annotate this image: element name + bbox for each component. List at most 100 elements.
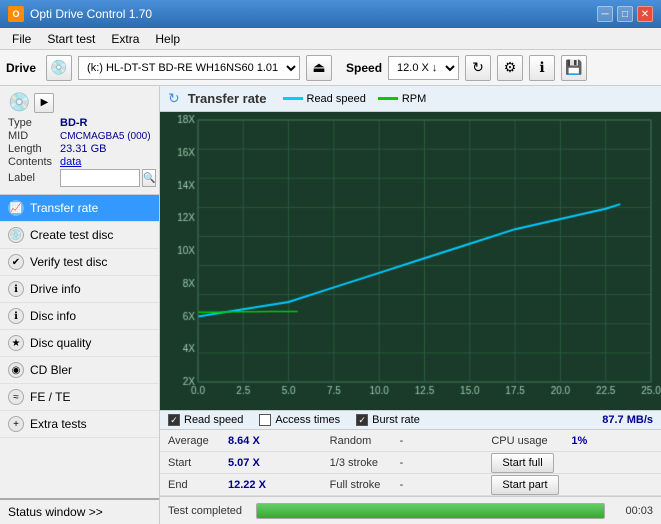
full-stroke-value: - (400, 479, 430, 491)
legend-read-speed-color (283, 97, 303, 100)
menu-start-test[interactable]: Start test (39, 30, 103, 48)
stat-start: Start 5.07 X (168, 457, 330, 469)
mid-value: CMCMAGBA5 (000) (60, 131, 151, 142)
stat-average: Average 8.64 X (168, 435, 330, 447)
stat-random: Random - (330, 435, 492, 447)
nav-disc-info-label: Disc info (30, 309, 76, 323)
create-test-disc-icon: 💿 (8, 227, 24, 243)
random-value: - (400, 435, 430, 447)
legend-read-speed-label: Read speed (307, 93, 366, 105)
stat-end: End 12.22 X (168, 479, 330, 491)
toolbar: Drive 💿 (k:) HL-DT-ST BD-RE WH16NS60 1.0… (0, 50, 661, 86)
progress-bar-container (256, 503, 605, 519)
speed-label: Speed (346, 61, 382, 75)
disc-quality-icon: ★ (8, 335, 24, 351)
content-panel: ↻ Transfer rate Read speed RPM ✓ Read sp (160, 86, 661, 524)
progress-time: 00:03 (613, 505, 653, 517)
burst-rate-value: 87.7 MB/s (602, 414, 653, 426)
burst-rate-checkbox-label: Burst rate (372, 414, 420, 426)
refresh-button[interactable]: ↻ (465, 55, 491, 81)
end-label: End (168, 479, 228, 491)
nav-cd-bler-label: CD Bler (30, 363, 72, 377)
legend-rpm: RPM (378, 93, 426, 105)
nav-create-test-disc[interactable]: 💿 Create test disc (0, 222, 159, 249)
fe-te-icon: ≈ (8, 389, 24, 405)
chart-legend: Read speed RPM (283, 93, 427, 105)
disc-info-icon: ℹ (8, 308, 24, 324)
status-window-button[interactable]: Status window >> (0, 498, 159, 524)
minimize-button[interactable]: ─ (597, 6, 613, 22)
menu-extra[interactable]: Extra (103, 30, 147, 48)
stat-start-part: Start part (491, 475, 653, 495)
nav-extra-tests[interactable]: + Extra tests (0, 411, 159, 438)
extra-tests-icon: + (8, 416, 24, 432)
info-button[interactable]: ℹ (529, 55, 555, 81)
checkbox-read-speed[interactable]: ✓ Read speed (168, 414, 243, 426)
chart-bottom-legend: ✓ Read speed Access times ✓ Burst rate 8… (160, 410, 661, 429)
cpu-value: 1% (571, 435, 621, 447)
checkbox-access-times[interactable]: Access times (259, 414, 340, 426)
start-part-button[interactable]: Start part (491, 475, 558, 495)
burst-rate-value-label: 87.7 MB/s (602, 414, 653, 426)
drive-info-icon: ℹ (8, 281, 24, 297)
nav-transfer-rate[interactable]: 📈 Transfer rate (0, 195, 159, 222)
cpu-label: CPU usage (491, 435, 571, 447)
stat-stroke: 1/3 stroke - (330, 457, 492, 469)
progress-area: Test completed 00:03 (160, 496, 661, 524)
average-value: 8.64 X (228, 435, 278, 447)
average-label: Average (168, 435, 228, 447)
start-full-button[interactable]: Start full (491, 453, 553, 473)
speed-select[interactable]: 12.0 X ↓ (388, 56, 459, 80)
mid-label: MID (8, 130, 60, 142)
maximize-button[interactable]: □ (617, 6, 633, 22)
menu-file[interactable]: File (4, 30, 39, 48)
nav-fe-te[interactable]: ≈ FE / TE (0, 384, 159, 411)
chart-header: ↻ Transfer rate Read speed RPM (160, 86, 661, 112)
sidebar: 💿 ▶ Type BD-R MID CMCMAGBA5 (000) Length… (0, 86, 160, 524)
disc-action-btn[interactable]: ▶ (34, 93, 54, 113)
start-value: 5.07 X (228, 457, 278, 469)
eject-button[interactable]: ⏏ (306, 55, 332, 81)
chart-title-icon: ↻ (168, 90, 180, 107)
transfer-rate-chart (160, 112, 661, 410)
menu-help[interactable]: Help (147, 30, 188, 48)
chart-area (160, 112, 661, 410)
nav-disc-info[interactable]: ℹ Disc info (0, 303, 159, 330)
drive-select[interactable]: (k:) HL-DT-ST BD-RE WH16NS60 1.01 (78, 56, 300, 80)
nav-drive-info[interactable]: ℹ Drive info (0, 276, 159, 303)
disc-header-icon: 💿 (8, 92, 30, 113)
chart-title: Transfer rate (188, 91, 267, 106)
verify-test-disc-icon: ✔ (8, 254, 24, 270)
nav-verify-test-disc-label: Verify test disc (30, 255, 107, 269)
progress-bar-fill (257, 504, 604, 518)
close-button[interactable]: ✕ (637, 6, 653, 22)
contents-label: Contents (8, 156, 60, 168)
stats-row-end: End 12.22 X Full stroke - Start part (160, 474, 661, 496)
nav-drive-info-label: Drive info (30, 282, 81, 296)
legend-read-speed: Read speed (283, 93, 366, 105)
contents-value[interactable]: data (60, 156, 81, 168)
nav-create-test-disc-label: Create test disc (30, 228, 113, 242)
app-icon: O (8, 6, 24, 22)
drive-icon-button[interactable]: 💿 (46, 55, 72, 81)
nav-disc-quality[interactable]: ★ Disc quality (0, 330, 159, 357)
settings-button[interactable]: ⚙ (497, 55, 523, 81)
stroke-value: - (400, 457, 430, 469)
title-bar: O Opti Drive Control 1.70 ─ □ ✕ (0, 0, 661, 28)
nav-verify-test-disc[interactable]: ✔ Verify test disc (0, 249, 159, 276)
progress-label: Test completed (168, 505, 248, 517)
title-text: Opti Drive Control 1.70 (30, 7, 152, 21)
label-icon-btn[interactable]: 🔍 (142, 169, 156, 187)
nav-disc-quality-label: Disc quality (30, 336, 91, 350)
stats-area: Average 8.64 X Random - CPU usage 1% Sta… (160, 429, 661, 496)
type-value: BD-R (60, 117, 88, 129)
label-input[interactable] (60, 169, 140, 187)
length-label: Length (8, 143, 60, 155)
stats-row-average: Average 8.64 X Random - CPU usage 1% (160, 430, 661, 452)
label-label: Label (8, 172, 60, 184)
checkbox-burst-rate[interactable]: ✓ Burst rate (356, 414, 420, 426)
save-button[interactable]: 💾 (561, 55, 587, 81)
read-speed-checkbox-label: Read speed (184, 414, 243, 426)
nav-cd-bler[interactable]: ◉ CD Bler (0, 357, 159, 384)
drive-label: Drive (6, 61, 36, 75)
